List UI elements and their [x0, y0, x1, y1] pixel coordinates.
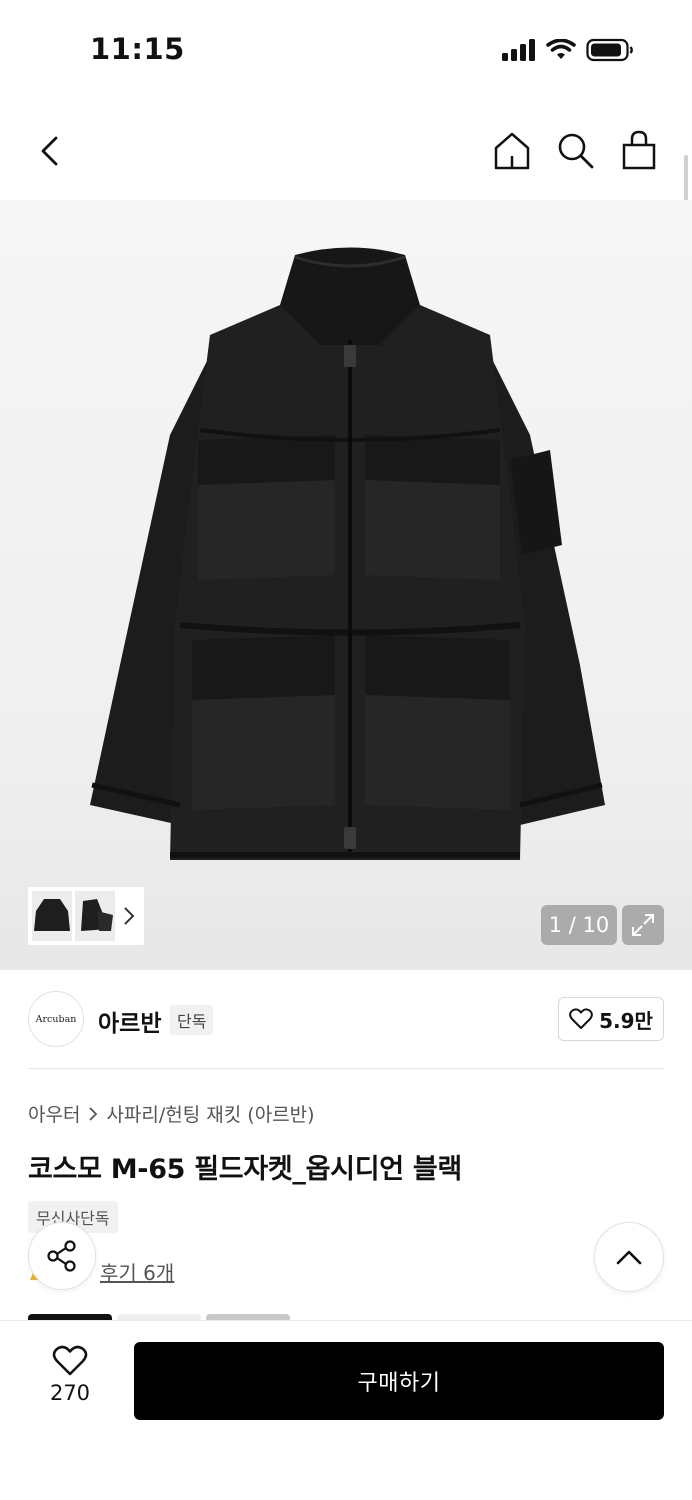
battery-icon — [586, 38, 633, 62]
cart-button[interactable] — [619, 128, 659, 172]
thumbnail-strip[interactable] — [28, 887, 144, 945]
buy-button[interactable]: 구매하기 — [134, 1342, 664, 1420]
expand-button[interactable] — [622, 905, 664, 945]
brand-row[interactable]: Arcuban 아르반 단독 5.9만 — [28, 990, 664, 1048]
chevron-right-icon[interactable] — [122, 905, 136, 927]
status-icons — [502, 38, 634, 62]
search-button[interactable] — [555, 128, 595, 172]
product-gallery[interactable]: 1 / 10 — [0, 200, 692, 970]
thumbnail[interactable] — [75, 891, 115, 941]
wifi-icon — [546, 39, 576, 59]
status-bar: 11:15 — [0, 0, 692, 100]
heart-icon — [569, 1008, 593, 1029]
divider — [28, 1068, 664, 1069]
chevron-up-icon — [616, 1250, 642, 1265]
brand-like-button[interactable]: 5.9만 — [558, 997, 664, 1041]
thumbnail-image — [81, 899, 113, 931]
expand-icon — [632, 914, 654, 936]
review-link[interactable]: 후기 6개 — [100, 1257, 174, 1286]
scroll-top-button[interactable] — [594, 1222, 664, 1292]
product-image — [90, 247, 605, 860]
home-icon — [494, 132, 530, 170]
brand-like-count: 5.9만 — [599, 1008, 653, 1033]
product-title: 코스모 M-65 필드자켓_옵시디언 블랙 — [28, 1154, 462, 1185]
share-icon — [47, 1240, 76, 1272]
thumbnail-image — [34, 899, 70, 931]
home-button[interactable] — [492, 128, 532, 172]
thumbnail[interactable] — [32, 891, 72, 941]
wish-button[interactable]: 270 — [30, 1345, 110, 1415]
breadcrumb-subcategory[interactable]: 사파리/헌팅 재킷 (아르반) — [106, 1100, 314, 1127]
breadcrumb: 아우터 사파리/헌팅 재킷 (아르반) — [28, 1100, 315, 1127]
share-button[interactable] — [28, 1222, 96, 1290]
chevron-right-icon — [89, 1106, 98, 1121]
back-icon — [41, 136, 58, 166]
top-nav — [0, 120, 692, 180]
bag-icon — [622, 130, 656, 170]
signal-icon — [502, 39, 535, 61]
exclusive-badge: 단독 — [170, 1005, 214, 1035]
bottom-action-bar: 270 구매하기 — [0, 1320, 692, 1500]
brand-name[interactable]: 아르반 — [98, 1004, 161, 1038]
wish-count: 270 — [49, 1381, 91, 1405]
search-icon — [558, 133, 594, 169]
heart-icon — [52, 1345, 88, 1376]
status-time: 11:15 — [90, 32, 185, 66]
breadcrumb-category[interactable]: 아우터 — [28, 1100, 80, 1127]
back-button[interactable] — [30, 128, 70, 172]
brand-logo[interactable]: Arcuban — [28, 991, 84, 1047]
image-counter: 1 / 10 — [541, 905, 617, 945]
